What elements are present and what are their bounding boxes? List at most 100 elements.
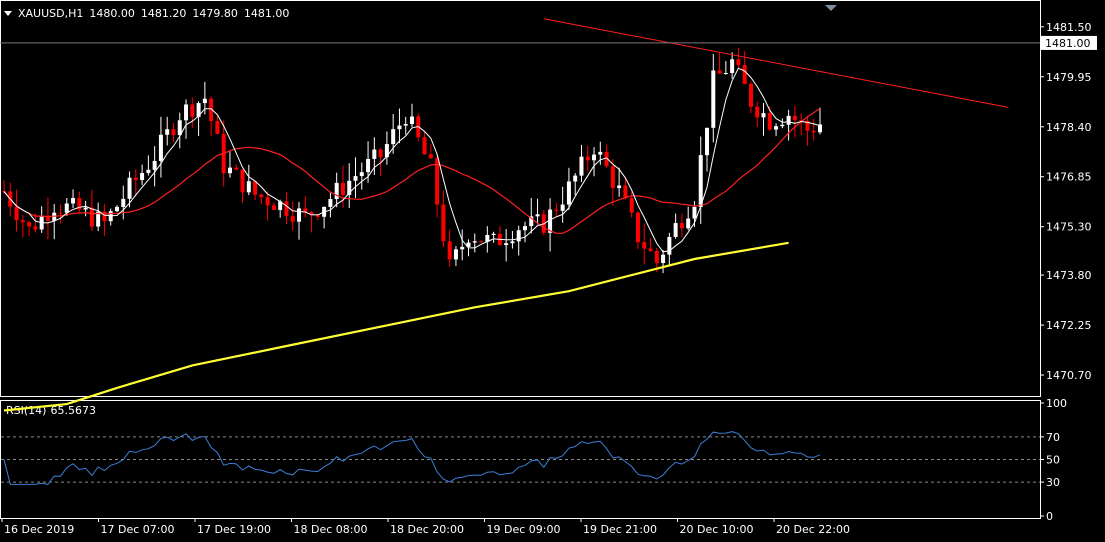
candle-body [453,249,458,260]
candle-body [227,167,232,174]
candle-body [127,177,132,199]
candle-body [353,176,358,181]
candle-body [811,130,816,133]
rsi-tick-label: 100 [1046,397,1067,410]
candle-body [522,226,527,231]
rsi-tick-label: 70 [1046,431,1060,444]
candle-body [215,121,220,134]
candle-body [592,154,597,161]
candle-body [661,254,666,264]
price-tick-label: 1473.80 [1046,269,1092,282]
candle-body [679,223,684,229]
candle-body [705,127,710,156]
candle-body [366,158,371,173]
candle-body [711,70,716,128]
candle-body [334,182,339,200]
candle-body [152,160,157,170]
candle-body [259,194,264,198]
price-tick-label: 1470.70 [1046,369,1092,382]
candle-body [89,207,94,227]
time-tick-label: 18 Dec 20:00 [390,523,464,536]
candle-body [748,83,753,107]
candle-body [617,185,622,189]
candle-body [114,206,119,212]
candle-body [717,70,722,74]
candle-body [635,212,640,243]
candle-body [422,137,427,155]
candle-body [20,220,25,223]
candle-body [472,241,477,243]
candle-body [560,204,565,211]
candle-body [780,124,785,127]
price-tick-label: 1476.85 [1046,171,1092,184]
candle-body [736,59,741,66]
candle-body [64,203,69,213]
candle-body [629,198,634,213]
candle-body [786,115,791,125]
ma-long-series [3,241,789,412]
candle-body [667,236,672,255]
candle-body [654,251,659,264]
candle-body [240,169,245,193]
candle-body [642,242,647,249]
candle-body [14,206,19,221]
candle-body [165,129,170,135]
price-tick-label: 1481.50 [1046,21,1092,34]
candle-body [479,241,484,243]
candle-body [315,215,320,217]
candle-body [403,123,408,126]
candle-body [202,98,207,104]
time-tick-label: 19 Dec 21:00 [583,523,657,536]
time-tick-label: 16 Dec 2019 [4,523,74,536]
candle-body [585,156,590,161]
price-tick-label: 1472.25 [1046,319,1092,332]
candle-body [359,172,364,177]
ma-fast-series [3,67,821,253]
candle-body [598,151,603,155]
time-tick-label: 17 Dec 07:00 [101,523,175,536]
candle-body [491,233,496,235]
candle-body [692,206,697,219]
price-chart[interactable]: 1481.50 1479.95 1478.40 1476.85 1475.30 1473.… [0,0,1105,542]
candle-body [33,226,38,230]
rsi-tick-label: 0 [1046,510,1053,523]
candle-body [378,149,383,158]
candle-body [698,155,703,207]
candle-body [27,222,32,227]
rsi-series [3,431,821,485]
candle-body [648,248,653,252]
candle-body [391,129,396,145]
candle-body [755,106,760,118]
candle-body [158,134,163,161]
candle-body [71,198,76,204]
shift-marker-icon[interactable] [825,5,837,11]
candle-body [171,129,176,136]
time-tick-label: 18 Dec 08:00 [294,523,368,536]
candle-body [340,182,345,195]
candle-body [428,154,433,159]
candle-body [610,166,615,189]
candle-body [535,214,540,217]
candle-body [774,126,779,130]
time-tick-label: 17 Dec 19:00 [197,523,271,536]
time-tick-label: 20 Dec 10:00 [680,523,754,536]
candle-body [410,116,414,124]
candle-body [83,207,88,210]
current-price-label: 1481.00 [1041,35,1097,50]
candle-body [284,201,289,217]
candle-body [297,208,302,222]
price-tick-label: 1479.95 [1046,71,1092,84]
candle-body [58,212,63,214]
candle-body [510,241,515,244]
candle-body [554,209,559,211]
candle-body [573,175,578,182]
candle-body [265,197,270,206]
rsi-tick-label: 50 [1046,454,1060,467]
trendline[interactable] [543,18,1009,108]
candle-body [792,115,797,121]
candle-body [441,204,446,242]
candle-body [516,230,521,242]
candle-body [184,104,189,121]
price-panel-frame [0,0,1041,397]
candle-body [102,211,107,222]
